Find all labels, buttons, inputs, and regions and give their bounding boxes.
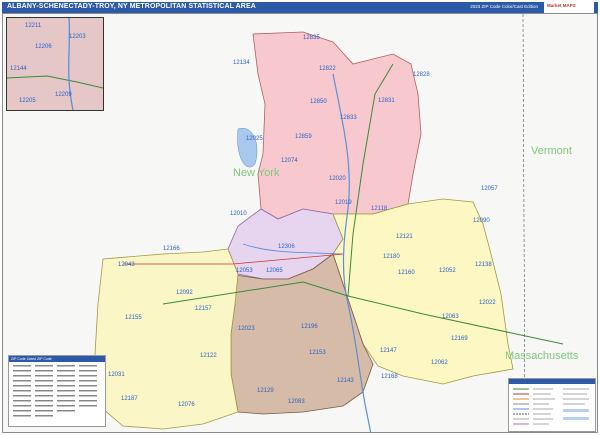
zip-label[interactable]: 12155 bbox=[125, 315, 142, 321]
legend-svg bbox=[509, 379, 595, 425]
zip-label[interactable]: 12010 bbox=[230, 211, 247, 217]
logo-text: Market MAPS bbox=[547, 3, 576, 8]
state-label: Massachusetts bbox=[505, 350, 579, 362]
zip-label[interactable]: 12023 bbox=[238, 326, 255, 332]
zip-label[interactable]: 12831 bbox=[378, 98, 395, 104]
zip-label[interactable]: 12180 bbox=[383, 254, 400, 260]
state-label: New York bbox=[233, 167, 280, 179]
zip-label[interactable]: 12153 bbox=[309, 350, 326, 356]
zip-label[interactable]: 12833 bbox=[340, 115, 357, 121]
zip-label[interactable]: 12052 bbox=[439, 268, 456, 274]
zip-label[interactable]: 12083 bbox=[288, 399, 305, 405]
zip-label[interactable]: 12828 bbox=[413, 72, 430, 78]
state-label: Vermont bbox=[531, 145, 572, 157]
zip-label[interactable]: 12122 bbox=[200, 353, 217, 359]
zip-label[interactable]: 12203 bbox=[69, 34, 86, 40]
zip-label[interactable]: 12118 bbox=[371, 206, 388, 212]
zip-label[interactable]: 12166 bbox=[163, 246, 180, 252]
zip-label[interactable]: 12157 bbox=[195, 306, 212, 312]
zip-label[interactable]: 12138 bbox=[475, 262, 492, 268]
zip-label[interactable]: 12022 bbox=[479, 300, 496, 306]
zip-label[interactable]: 12205 bbox=[19, 98, 36, 104]
zip-label[interactable]: 12168 bbox=[381, 374, 398, 380]
zip-label[interactable]: 12209 bbox=[55, 92, 72, 98]
map-title: ALBANY-SCHENECTADY-TROY, NY METROPOLITAN… bbox=[7, 3, 256, 10]
zip-label[interactable]: 12822 bbox=[319, 66, 336, 72]
inset-svg: 12211 12206 12203 12144 12209 12205 bbox=[7, 18, 103, 110]
zip-label[interactable]: 12835 bbox=[303, 35, 320, 41]
zip-label[interactable]: 12062 bbox=[431, 360, 448, 366]
map-edition: 2023 ZIP Code Color/Cast Edition bbox=[470, 4, 538, 9]
zip-label[interactable]: 12019 bbox=[335, 200, 352, 206]
zip-label[interactable]: 12063 bbox=[442, 314, 459, 320]
zip-label[interactable]: 12134 bbox=[233, 60, 250, 66]
zip-label[interactable]: 12074 bbox=[281, 158, 298, 164]
zip-label[interactable]: 12057 bbox=[481, 186, 498, 192]
map-legend bbox=[508, 378, 596, 432]
zip-label[interactable]: 12169 bbox=[451, 336, 468, 342]
zip-label[interactable]: 12143 bbox=[337, 378, 354, 384]
zip-label[interactable]: 12090 bbox=[473, 218, 490, 224]
zip-index-list bbox=[13, 365, 97, 417]
zip-label[interactable]: 12160 bbox=[398, 270, 415, 276]
zip-label[interactable]: 12187 bbox=[121, 396, 138, 402]
legend-header bbox=[509, 379, 595, 384]
zip-label[interactable]: 12129 bbox=[257, 388, 274, 394]
zip-label[interactable]: 12859 bbox=[295, 134, 312, 140]
scale-bar bbox=[563, 409, 589, 412]
zip-code-index: ZIP Code Listed ZIP Code bbox=[8, 355, 106, 427]
map-page: ALBANY-SCHENECTADY-TROY, NY METROPOLITAN… bbox=[0, 0, 600, 435]
publisher-logo: Market MAPS bbox=[544, 2, 594, 13]
zip-label[interactable]: 12121 bbox=[396, 234, 413, 240]
zip-label[interactable]: 12092 bbox=[176, 290, 193, 296]
zip-label[interactable]: 12053 bbox=[236, 268, 253, 274]
zip-label[interactable]: 12031 bbox=[108, 372, 125, 378]
zip-label[interactable]: 12025 bbox=[246, 136, 263, 142]
county-saratoga[interactable] bbox=[252, 31, 422, 220]
county-schoharie[interactable] bbox=[94, 248, 239, 430]
inset-map-albany[interactable]: 12211 12206 12203 12144 12209 12205 bbox=[6, 17, 104, 111]
title-bar: ALBANY-SCHENECTADY-TROY, NY METROPOLITAN… bbox=[2, 2, 598, 13]
zip-label[interactable]: 12065 bbox=[266, 268, 283, 274]
scale-bar bbox=[563, 417, 589, 420]
zip-label[interactable]: 12306 bbox=[278, 244, 295, 250]
zip-label[interactable]: 12020 bbox=[329, 176, 346, 182]
zip-label[interactable]: 12196 bbox=[301, 324, 318, 330]
zip-label[interactable]: 12206 bbox=[35, 44, 52, 50]
zip-label[interactable]: 12144 bbox=[10, 66, 27, 72]
zip-label[interactable]: 12043 bbox=[118, 262, 135, 268]
zip-label[interactable]: 12147 bbox=[380, 348, 397, 354]
zip-label[interactable]: 12076 bbox=[178, 402, 195, 408]
zip-label[interactable]: 12850 bbox=[310, 99, 327, 105]
zip-label[interactable]: 12211 bbox=[25, 23, 42, 29]
